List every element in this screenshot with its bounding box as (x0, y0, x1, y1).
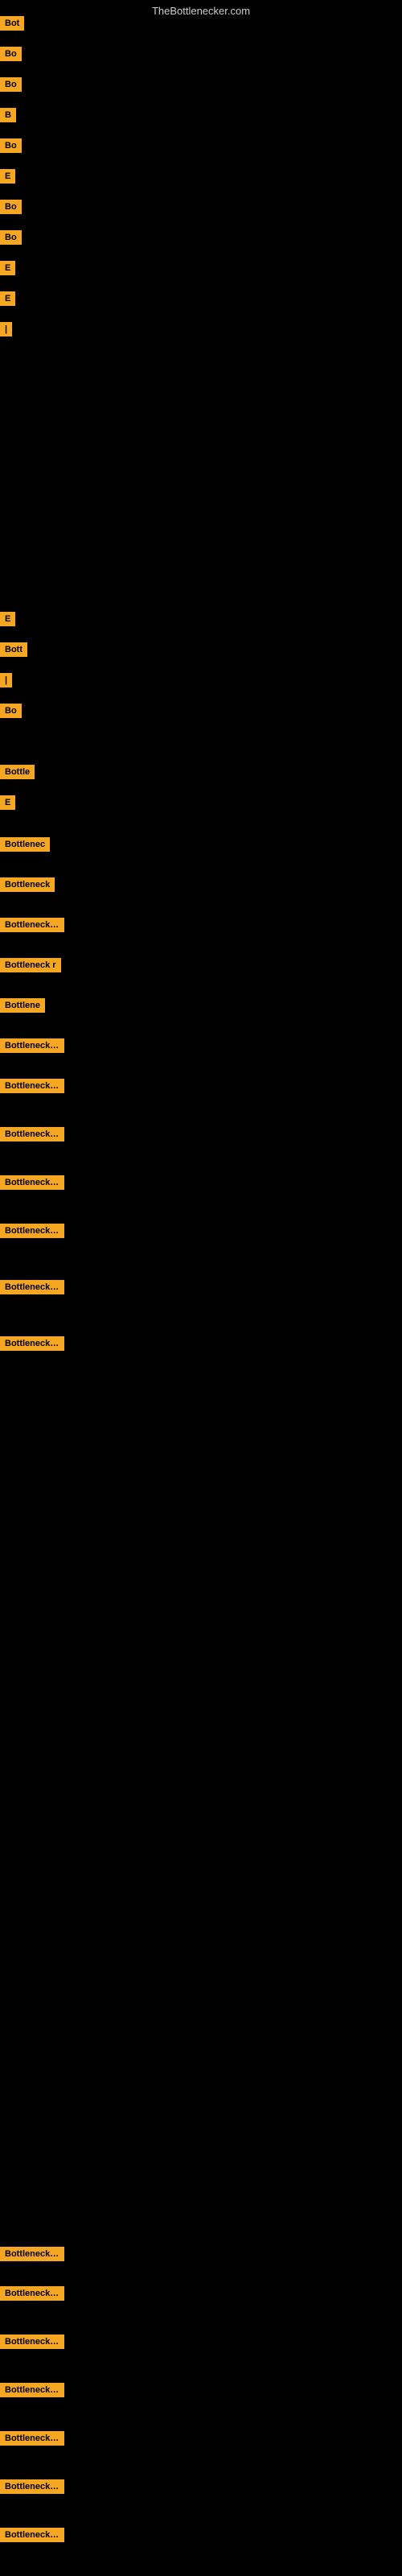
badge-18: Bottlenec (0, 837, 50, 852)
badge-24: Bottleneck res (0, 1079, 64, 1093)
badge-16: Bottle (0, 765, 35, 779)
badge-8: Bo (0, 230, 22, 245)
badge-26: Bottleneck res (0, 1175, 64, 1190)
badge-10: E (0, 291, 15, 306)
badge-2: Bo (0, 47, 22, 61)
badge-33: Bottleneck resu (0, 2383, 64, 2397)
badge-25: Bottleneck res (0, 1127, 64, 1141)
badge-19: Bottleneck (0, 877, 55, 892)
badge-3: Bo (0, 77, 22, 92)
badge-34: Bottleneck resu (0, 2431, 64, 2446)
badge-9: E (0, 261, 15, 275)
badge-29: Bottleneck resu (0, 1336, 64, 1351)
badge-5: Bo (0, 138, 22, 153)
badge-12: E (0, 612, 15, 626)
badge-22: Bottlene (0, 998, 45, 1013)
site-title: TheBottlenecker.com (0, 0, 402, 22)
badge-28: Bottleneck resu (0, 1280, 64, 1294)
badge-31: Bottleneck resu (0, 2286, 64, 2301)
badge-32: Bottleneck resu (0, 2334, 64, 2349)
badge-13: Bott (0, 642, 27, 657)
badge-17: E (0, 795, 15, 810)
badge-4: B (0, 108, 16, 122)
badge-14: | (0, 673, 12, 687)
badge-30: Bottleneck res (0, 2247, 64, 2261)
badge-1: Bot (0, 16, 24, 31)
badge-15: Bo (0, 704, 22, 718)
badge-6: E (0, 169, 15, 184)
badge-7: Bo (0, 200, 22, 214)
badge-27: Bottleneck resu (0, 1224, 64, 1238)
badge-36: Bottleneck res (0, 2528, 64, 2542)
badge-23: Bottleneck re (0, 1038, 64, 1053)
badge-11: | (0, 322, 12, 336)
badge-35: Bottleneck re (0, 2479, 64, 2494)
badge-21: Bottleneck r (0, 958, 61, 972)
badge-20: Bottleneck re (0, 918, 64, 932)
